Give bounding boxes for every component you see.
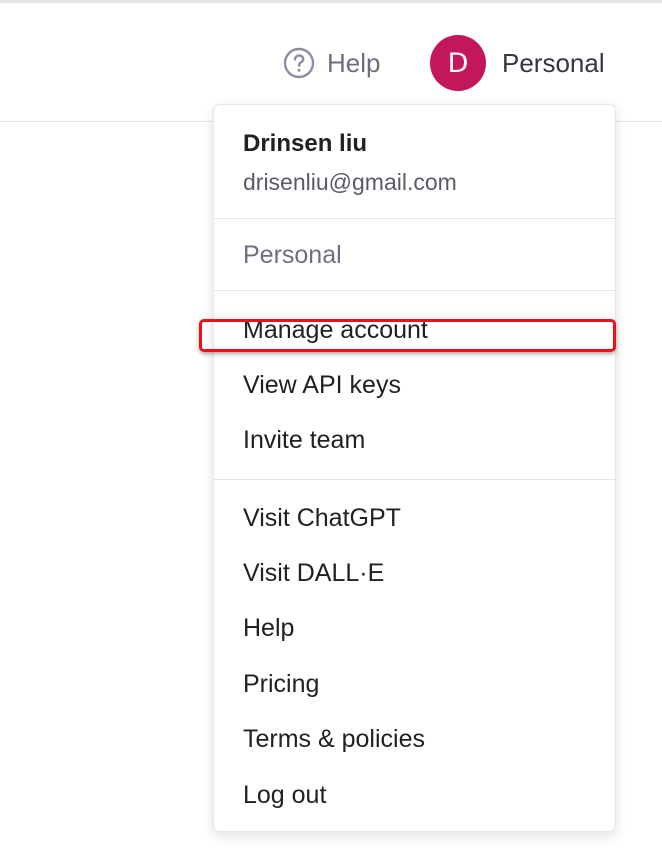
menu-item-invite-team[interactable]: Invite team	[243, 423, 365, 457]
organization-section-title: Personal	[243, 241, 342, 269]
menu-item-manage-account[interactable]: Manage account	[243, 313, 428, 347]
menu-item-visit-dalle[interactable]: Visit DALL·E	[243, 556, 384, 590]
menu-divider	[214, 290, 615, 291]
user-email: drisenliu@gmail.com	[243, 169, 457, 195]
menu-divider	[214, 218, 615, 219]
menu-item-terms-policies[interactable]: Terms & policies	[243, 722, 425, 756]
account-dropdown-menu: Drinsen liu drisenliu@gmail.com Personal…	[213, 104, 616, 832]
avatar: D	[430, 35, 486, 91]
account-menu-button[interactable]: D Personal	[430, 35, 605, 91]
help-label: Help	[327, 47, 381, 78]
user-name: Drinsen liu	[243, 130, 368, 157]
menu-item-log-out[interactable]: Log out	[243, 778, 326, 812]
menu-item-view-api-keys[interactable]: View API keys	[243, 368, 401, 402]
menu-divider	[214, 479, 615, 480]
menu-item-pricing[interactable]: Pricing	[243, 667, 319, 701]
account-label: Personal	[502, 47, 605, 78]
page: Help D Personal Drinsen liu drisenliu@gm…	[0, 0, 662, 862]
menu-item-visit-chatgpt[interactable]: Visit ChatGPT	[243, 501, 401, 535]
help-link[interactable]: Help	[283, 45, 380, 81]
user-info: Drinsen liu drisenliu@gmail.com	[243, 129, 583, 197]
help-circle-icon	[283, 47, 315, 79]
menu-item-help[interactable]: Help	[243, 611, 294, 645]
